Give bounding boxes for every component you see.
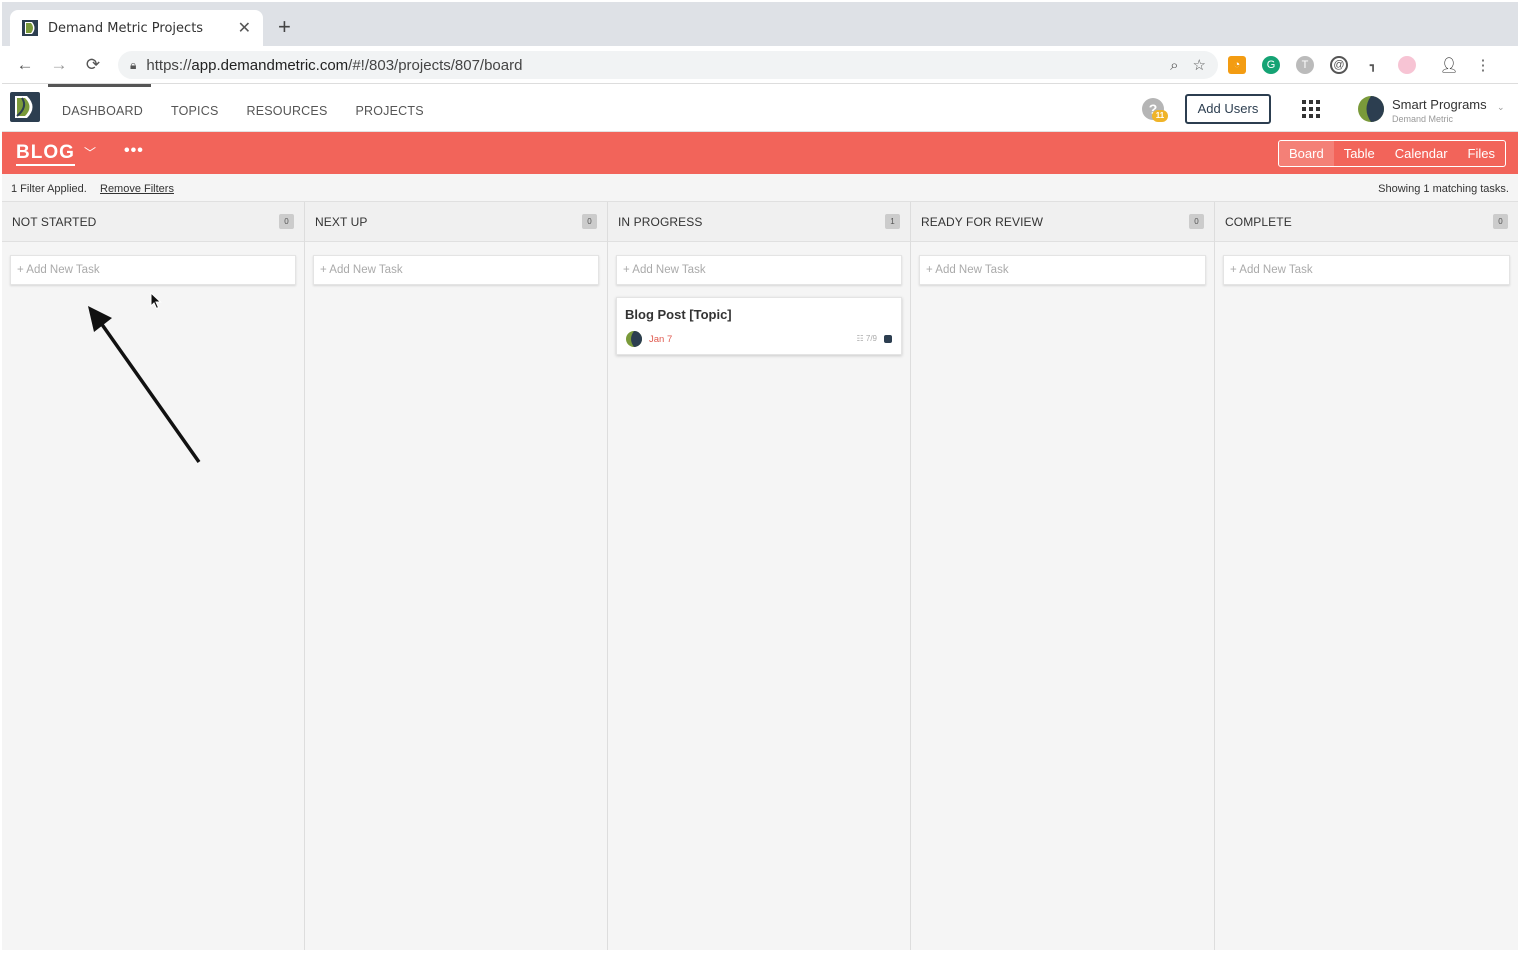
project-bar: BLOG ﹀ ••• Board Table Calendar Files (2, 132, 1518, 174)
grammarly-extension-icon[interactable]: G (1262, 56, 1280, 74)
tab-board[interactable]: Board (1279, 141, 1334, 166)
column-header: COMPLETE 0 (1215, 202, 1518, 242)
tab-table[interactable]: Table (1334, 141, 1385, 166)
tab-strip: Demand Metric Projects ✕ + (2, 2, 1518, 46)
column-count: 1 (885, 214, 900, 229)
apps-grid-icon[interactable] (1302, 100, 1320, 118)
project-more-icon[interactable]: ••• (124, 142, 144, 160)
project-title[interactable]: BLOG (16, 142, 75, 166)
matching-tasks-count: Showing 1 matching tasks. (1378, 183, 1509, 195)
user-org: Demand Metric (1392, 114, 1454, 124)
task-title: Blog Post [Topic] (625, 307, 732, 322)
new-tab-icon[interactable]: + (278, 16, 291, 38)
column-name: IN PROGRESS (618, 215, 703, 229)
forward-arrow-icon[interactable]: → (42, 55, 76, 75)
add-new-task-input[interactable]: + Add New Task (616, 255, 902, 285)
spiral-extension-icon[interactable]: @ (1330, 56, 1348, 74)
nav-active-indicator (48, 84, 151, 87)
column-in-progress: IN PROGRESS 1 + Add New Task Blog Post [… (608, 202, 911, 950)
column-header: READY FOR REVIEW 0 (911, 202, 1214, 242)
column-count: 0 (1493, 214, 1508, 229)
browser-window: Demand Metric Projects ✕ + ← → ⟳ 🔒︎ http… (2, 2, 1518, 950)
demand-metric-favicon (22, 20, 38, 36)
app-header: DASHBOARD TOPICS RESOURCES PROJECTS ? 11… (2, 84, 1518, 132)
column-name: READY FOR REVIEW (921, 215, 1044, 229)
column-name: NEXT UP (315, 215, 368, 229)
pink-extension-icon[interactable] (1398, 56, 1416, 74)
back-arrow-icon[interactable]: ← (8, 55, 42, 75)
add-new-task-input[interactable]: + Add New Task (313, 255, 599, 285)
tab-close-icon[interactable]: ✕ (238, 18, 251, 38)
user-name[interactable]: Smart Programs (1392, 97, 1487, 112)
column-header: IN PROGRESS 1 (608, 202, 910, 242)
annotation-arrow-icon (88, 306, 201, 464)
main-nav: DASHBOARD TOPICS RESOURCES PROJECTS (62, 104, 452, 118)
reload-icon[interactable]: ⟳ (76, 55, 110, 75)
column-next-up: NEXT UP 0 + Add New Task (305, 202, 608, 950)
task-assignee-avatar (626, 331, 642, 347)
task-status-square-icon (884, 335, 892, 343)
browser-menu-icon[interactable]: ⋮ (1474, 56, 1492, 74)
browser-tab[interactable]: Demand Metric Projects ✕ (10, 10, 263, 46)
pin-extension-icon[interactable]: ┓ (1364, 56, 1382, 74)
user-menu-chevron-icon[interactable]: ⌄ (1497, 102, 1505, 113)
tab-title: Demand Metric Projects (48, 20, 204, 36)
remove-filters-link[interactable]: Remove Filters (100, 183, 174, 195)
nav-resources[interactable]: RESOURCES (247, 104, 328, 118)
task-card[interactable]: Blog Post [Topic] Jan 7 ☷ 7/9 (616, 297, 902, 355)
column-complete: COMPLETE 0 + Add New Task (1215, 202, 1518, 950)
nav-dashboard[interactable]: DASHBOARD (62, 104, 143, 118)
extensions-area: ◔ G T @ ┓ 👤︎ ⋮ (1228, 56, 1492, 74)
address-bar[interactable]: 🔒︎ https://app.demandmetric.com/#!/803/p… (118, 51, 1218, 79)
user-avatar[interactable] (1358, 96, 1384, 122)
view-switcher: Board Table Calendar Files (1278, 140, 1506, 167)
lock-icon: 🔒︎ (130, 57, 137, 72)
column-count: 0 (279, 214, 294, 229)
nav-projects[interactable]: PROJECTS (355, 104, 423, 118)
column-header: NEXT UP 0 (305, 202, 607, 242)
add-new-task-input[interactable]: + Add New Task (10, 255, 296, 285)
column-ready-for-review: READY FOR REVIEW 0 + Add New Task (911, 202, 1215, 950)
task-due-date: Jan 7 (649, 334, 673, 345)
column-count: 0 (1189, 214, 1204, 229)
t-extension-icon[interactable]: T (1296, 56, 1314, 74)
filter-bar: 1 Filter Applied. Remove Filters Showing… (2, 174, 1518, 202)
column-count: 0 (582, 214, 597, 229)
rss-extension-icon[interactable]: ◔ (1228, 56, 1246, 74)
add-users-button[interactable]: Add Users (1185, 94, 1271, 124)
url-text[interactable]: https://app.demandmetric.com/#!/803/proj… (146, 57, 1156, 74)
help-icon[interactable]: ? 11 (1142, 98, 1168, 122)
kanban-board: NOT STARTED 0 + Add New Task NEXT UP 0 +… (2, 202, 1518, 950)
url-host: app.demandmetric.com (191, 56, 349, 74)
browser-toolbar: ← → ⟳ 🔒︎ https://app.demandmetric.com/#!… (2, 46, 1518, 84)
nav-topics[interactable]: TOPICS (171, 104, 219, 118)
project-chevron-down-icon[interactable]: ﹀ (84, 144, 96, 161)
bookmark-star-icon[interactable]: ☆ (1193, 56, 1206, 74)
tab-calendar[interactable]: Calendar (1385, 141, 1458, 166)
zoom-search-icon[interactable]: ⌕ (1170, 57, 1178, 74)
url-path: /#!/803/projects/807/board (348, 56, 523, 74)
help-badge: 11 (1152, 110, 1168, 122)
column-name: COMPLETE (1225, 215, 1292, 229)
column-header: NOT STARTED 0 (2, 202, 304, 242)
demand-metric-logo[interactable] (10, 92, 40, 122)
task-checklist-progress: ☷ 7/9 (856, 334, 877, 343)
filter-applied-text: 1 Filter Applied. (11, 183, 87, 195)
tab-files[interactable]: Files (1458, 141, 1505, 166)
add-new-task-input[interactable]: + Add New Task (919, 255, 1206, 285)
add-new-task-input[interactable]: + Add New Task (1223, 255, 1510, 285)
profile-icon[interactable]: 👤︎ (1439, 56, 1459, 74)
column-name: NOT STARTED (12, 215, 97, 229)
url-scheme: https:// (146, 56, 192, 74)
